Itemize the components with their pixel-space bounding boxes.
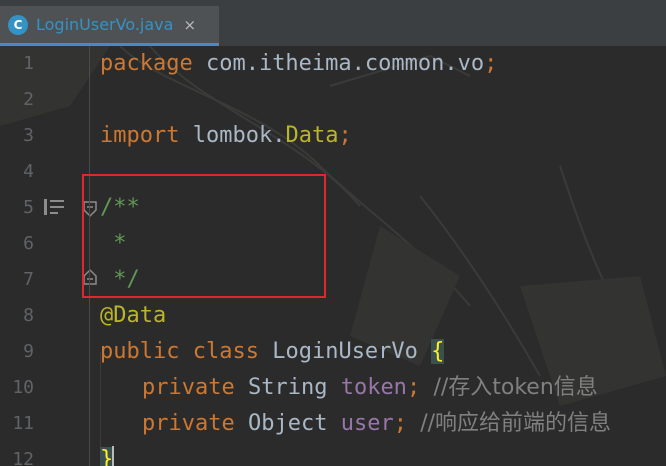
line-comment: //响应给前端的信息 [420, 411, 612, 436]
java-class-icon: C [8, 14, 28, 35]
keyword: import [100, 123, 180, 148]
tab-label: LoginUserVo.java [36, 15, 174, 34]
line-number: 10 [12, 377, 34, 398]
field-name: user [340, 411, 394, 436]
semicolon: ; [484, 51, 498, 76]
keyword: private [142, 375, 235, 400]
line-gutter: 1 2 3 4 5 6 7 8 9 10 11 12 [0, 46, 97, 466]
line-number: 12 [12, 449, 34, 466]
tab-login-user-vo[interactable]: C LoginUserVo.java × [0, 6, 219, 46]
import-package: lombok. [179, 123, 286, 148]
field-name: token [340, 375, 407, 400]
highlight-box [82, 174, 326, 298]
line-number: 1 [23, 53, 34, 74]
code-line-9: public class LoginUserVo { [100, 334, 445, 370]
type-name: Object [247, 411, 328, 436]
line-number: 4 [23, 161, 34, 182]
line-number: 9 [23, 341, 34, 362]
line-number: 7 [23, 269, 34, 290]
text-cursor [112, 446, 114, 466]
line-number: 6 [23, 233, 34, 254]
keyword: class [192, 339, 259, 364]
import-class: Data [285, 123, 339, 148]
code-line-1: package com.itheima.common.vo; [100, 46, 497, 82]
rendered-doc-icon[interactable] [42, 197, 66, 217]
keyword: public [100, 339, 180, 364]
code-line-11: private Object user; //响应给前端的信息 [142, 406, 611, 442]
code-line-3: import lombok.Data; [100, 118, 352, 154]
class-name: LoginUserVo [272, 339, 418, 364]
code-editor[interactable]: 1 2 3 4 5 6 7 8 9 10 11 12 package com.i [0, 46, 666, 466]
keyword: package [100, 51, 193, 76]
editor-tab-bar: C LoginUserVo.java × [0, 0, 666, 47]
semicolon: ; [406, 375, 421, 400]
line-number: 5 [23, 197, 34, 218]
code-line-10: private String token; //存入token信息 [142, 370, 598, 406]
line-number: 3 [23, 125, 34, 146]
open-brace: { [431, 339, 445, 364]
line-comment: //存入token信息 [433, 375, 598, 400]
semicolon: ; [338, 123, 352, 148]
line-number: 2 [23, 89, 34, 110]
line-number: 11 [12, 413, 34, 434]
line-number: 8 [23, 305, 34, 326]
type-name: String [247, 375, 328, 400]
close-icon[interactable]: × [183, 16, 196, 34]
keyword: private [142, 411, 235, 436]
package-name: com.itheima.common.vo [192, 51, 485, 76]
semicolon: ; [393, 411, 407, 436]
code-line-8: @Data [100, 303, 167, 328]
